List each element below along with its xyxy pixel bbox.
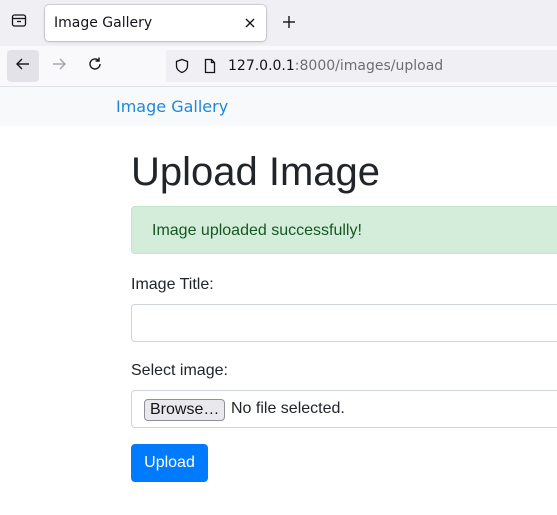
file-input[interactable]: Browse… No file selected.: [131, 390, 557, 428]
address-bar[interactable]: 127.0.0.1:8000/images/upload: [166, 50, 557, 82]
arrow-left-icon: [15, 56, 31, 76]
reload-icon: [87, 56, 103, 76]
plus-icon: [282, 14, 296, 33]
page-icon[interactable]: [202, 58, 218, 78]
tab-list-icon: [11, 12, 27, 32]
page-title: Upload Image: [131, 150, 381, 194]
tab-list-button[interactable]: [6, 9, 32, 35]
browse-button[interactable]: Browse…: [144, 399, 226, 421]
upload-button[interactable]: Upload: [131, 444, 208, 482]
image-title-label: Image Title:: [131, 276, 214, 293]
site-navbar: Image Gallery: [0, 87, 557, 126]
close-tab-icon[interactable]: [241, 14, 259, 32]
browser-tab-strip: Image Gallery: [0, 0, 557, 46]
browser-toolbar: 127.0.0.1:8000/images/upload: [0, 46, 557, 87]
forward-button[interactable]: [43, 50, 75, 82]
url-text[interactable]: 127.0.0.1:8000/images/upload: [228, 58, 443, 74]
new-tab-button[interactable]: [276, 10, 302, 36]
alert-message: Image uploaded successfully!: [152, 222, 362, 239]
url-path: :8000/images/upload: [294, 58, 444, 74]
file-status-text: No file selected.: [231, 400, 345, 417]
browser-tab[interactable]: Image Gallery: [45, 5, 266, 41]
navbar-brand-link[interactable]: Image Gallery: [116, 97, 228, 116]
success-alert: Image uploaded successfully!: [131, 206, 557, 254]
select-image-label: Select image:: [131, 362, 228, 379]
url-host: 127.0.0.1: [228, 58, 295, 74]
shield-icon[interactable]: [174, 58, 190, 78]
image-title-input[interactable]: [131, 304, 557, 342]
back-button[interactable]: [7, 50, 39, 82]
arrow-right-icon: [51, 56, 67, 76]
reload-button[interactable]: [79, 50, 111, 82]
tab-title: Image Gallery: [54, 15, 153, 31]
